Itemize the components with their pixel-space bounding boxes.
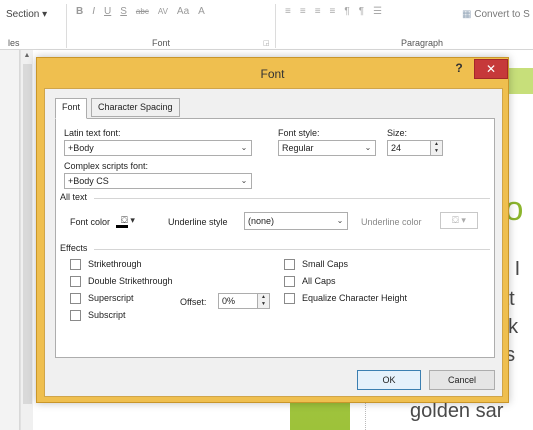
all-text-heading: All text [60, 192, 88, 202]
group-label-paragraph: Paragraph [401, 38, 444, 48]
scroll-thumb[interactable] [23, 64, 32, 404]
shadow-button[interactable]: S [120, 6, 127, 17]
group-label-slides: les [8, 38, 20, 48]
subscript-label: Subscript [88, 310, 126, 320]
all-caps-checkbox[interactable] [284, 276, 295, 287]
paragraph-group-buttons: ≡ ≡ ≡ ≡ ¶ ¶ ☰ [285, 6, 382, 17]
scroll-up-icon[interactable]: ▲ [21, 52, 33, 62]
latin-font-value: +Body [68, 143, 94, 153]
thumbnails-scrollbar[interactable]: ▲ [20, 50, 33, 430]
paint-bucket-icon: ⛋ [452, 215, 459, 225]
change-case-button[interactable]: Aa [177, 6, 189, 17]
justify-icon[interactable]: ≡ [330, 6, 336, 17]
all-caps-label: All Caps [302, 276, 336, 286]
section-dropdown[interactable]: Section ▾ [6, 9, 47, 20]
spinner-arrows-icon[interactable]: ▲ ▼ [430, 141, 442, 155]
ribbon-divider [66, 4, 67, 48]
align-right-icon[interactable]: ≡ [315, 6, 321, 17]
complex-font-select[interactable]: +Body CS ⌄ [64, 173, 252, 189]
spinner-arrows-icon[interactable]: ▲ ▼ [257, 294, 269, 308]
latin-font-label: Latin text font: [64, 128, 121, 138]
rtl-icon[interactable]: ¶ [359, 6, 364, 17]
italic-button[interactable]: I [92, 6, 95, 17]
underline-button[interactable]: U [104, 6, 111, 17]
small-caps-label: Small Caps [302, 259, 349, 269]
small-caps-checkbox[interactable] [284, 259, 295, 270]
chevron-down-icon[interactable]: ⌄ [236, 141, 251, 155]
offset-label: Offset: [180, 297, 207, 307]
smartart-icon: ▦ [462, 9, 472, 20]
superscript-label: Superscript [88, 293, 134, 303]
underline-color-label: Underline color [361, 217, 422, 227]
convert-smartart-button[interactable]: ▦ Convert to S [462, 9, 530, 20]
offset-value: 0% [222, 296, 236, 306]
ok-button[interactable]: OK [357, 370, 421, 390]
tab-character-spacing[interactable]: Character Spacing [91, 98, 180, 117]
size-label: Size: [387, 128, 408, 138]
ribbon: Section ▾ B I U S abc AV Aa A ≡ ≡ ≡ ≡ ¶ … [0, 0, 533, 50]
effects-heading: Effects [60, 243, 88, 253]
all-text-divider [94, 198, 490, 199]
subscript-checkbox[interactable] [70, 310, 81, 321]
section-label: Section [6, 9, 40, 20]
tab-font[interactable]: Font [55, 98, 88, 119]
font-tab-panel: Latin text font: Font style: Size: +Body… [55, 118, 495, 358]
latin-font-select[interactable]: +Body ⌄ [64, 140, 252, 156]
help-button[interactable]: ? [451, 61, 467, 75]
size-value: 24 [391, 143, 402, 153]
paint-bucket-icon: ⛋ [121, 215, 128, 225]
dialog-titlebar[interactable]: Font ? ✕ [37, 58, 508, 90]
group-label-font: Font [152, 38, 171, 48]
superscript-checkbox[interactable] [70, 293, 81, 304]
columns-icon[interactable]: ☰ [373, 6, 382, 17]
font-dialog-launcher-icon[interactable]: ◲ [263, 39, 270, 47]
complex-font-value: +Body CS [68, 176, 109, 186]
dialog-body: Font Character Spacing Latin text font: … [44, 88, 503, 397]
font-style-label: Font style: [278, 128, 320, 138]
ltr-icon[interactable]: ¶ [344, 6, 349, 17]
font-style-select[interactable]: Regular ⌄ [278, 140, 376, 156]
underline-style-select[interactable]: (none) ⌄ [244, 212, 348, 230]
cancel-button[interactable]: Cancel [429, 370, 495, 390]
strikethrough-label: Strikethrough [88, 259, 142, 269]
double-strikethrough-label: Double Strikethrough [88, 276, 173, 286]
chevron-down-icon[interactable]: ⌄ [236, 174, 251, 188]
strikethrough-checkbox[interactable] [70, 259, 81, 270]
font-color-label: Font color [70, 217, 111, 227]
ribbon-divider [275, 4, 276, 48]
offset-spinner[interactable]: 0% ▲ ▼ [218, 293, 270, 309]
bold-button[interactable]: B [76, 6, 83, 17]
chevron-down-icon[interactable]: ⌄ [360, 141, 375, 155]
underline-color-button[interactable]: ⛋ ▾ [440, 212, 478, 229]
convert-label: Convert to S [474, 9, 530, 20]
slide-thumbnails-pane [0, 50, 20, 430]
font-dialog: Font ? ✕ Font Character Spacing Latin te… [36, 57, 509, 403]
strikethrough-button[interactable]: abc [136, 7, 149, 16]
font-group-buttons: B I U S abc AV Aa A [76, 6, 205, 17]
close-button[interactable]: ✕ [474, 59, 508, 79]
underline-style-value: (none) [248, 216, 275, 226]
equalize-height-checkbox[interactable] [284, 293, 295, 304]
char-spacing-button[interactable]: AV [158, 7, 168, 16]
double-strikethrough-checkbox[interactable] [70, 276, 81, 287]
align-center-icon[interactable]: ≡ [300, 6, 306, 17]
font-style-value: Regular [282, 143, 314, 153]
underline-style-label: Underline style [168, 217, 228, 227]
font-color-button[interactable]: ⛋ ▾ [115, 212, 158, 229]
equalize-height-label: Equalize Character Height [302, 293, 408, 303]
size-spinner[interactable]: 24 ▲ ▼ [387, 140, 443, 156]
slide-text-fragment: golden sar [410, 400, 504, 422]
effects-divider [94, 249, 490, 250]
dialog-title: Font [260, 67, 285, 81]
align-left-icon[interactable]: ≡ [285, 6, 291, 17]
chevron-down-icon[interactable]: ⌄ [332, 213, 347, 229]
complex-font-label: Complex scripts font: [64, 161, 149, 171]
clear-format-button[interactable]: A [198, 6, 205, 17]
